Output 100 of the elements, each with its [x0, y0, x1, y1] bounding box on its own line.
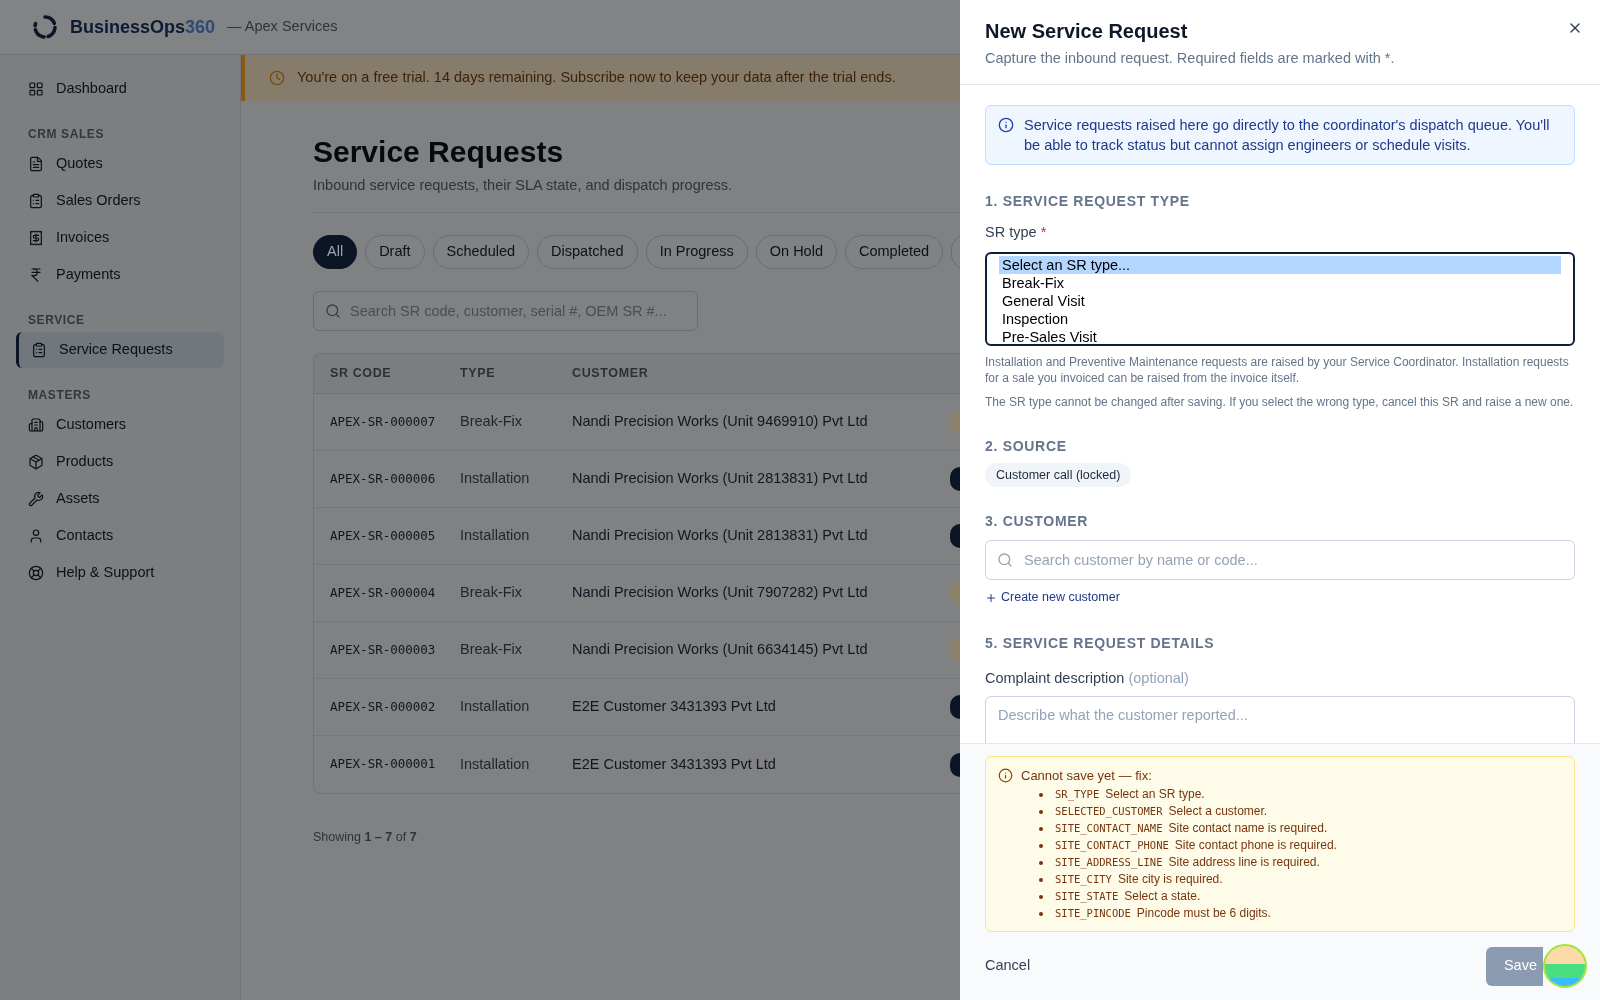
- section-heading: 2. SOURCE: [985, 436, 1068, 456]
- filter-chip[interactable]: Dispatched: [537, 235, 638, 270]
- lifebuoy-icon: [28, 565, 44, 581]
- error-item: SITE_CONTACT_PHONE Site contact phone is required.: [1039, 837, 1337, 854]
- brand-name: BusinessOps360: [70, 15, 216, 39]
- search-icon: [325, 303, 341, 320]
- table-cell-text: E2E Customer 3431393 Pvt Ltd: [572, 754, 777, 774]
- table-cell-text: Nandi Precision Works (Unit 2813831) Pvt Ltd: [572, 469, 869, 489]
- table-cell-text: Nandi Precision Works (Unit 7907282) Pvt Ltd: [572, 583, 869, 603]
- section-heading: 1. SERVICE REQUEST TYPE: [985, 191, 1191, 211]
- page-subtitle: Inbound service requests, their SLA state, and dispatch progress.: [313, 175, 734, 195]
- sidebar-item[interactable]: Sales Orders: [16, 183, 224, 219]
- sr-type-listbox[interactable]: Select an SR type... Break-Fix General Visit Inspection Pre-Sales Visit: [985, 251, 1575, 346]
- error-item: SITE_ADDRESS_LINE Site address line is required.: [1039, 854, 1337, 871]
- building-icon: [28, 417, 44, 433]
- listbox-option[interactable]: General Visit: [999, 291, 1561, 310]
- search-icon: [997, 552, 1013, 569]
- filter-chip[interactable]: Draft: [365, 235, 425, 270]
- help-text: The SR type cannot be changed after saving. If you select the wrong type, cancel this SR and raise a new one.: [985, 393, 1575, 410]
- trial-message: You're on a free trial. 14 days remaining. Subscribe now to keep your data after the trial ends.: [297, 68, 896, 88]
- user-icon: [28, 528, 44, 544]
- error-item: SITE_STATE Select a state.: [1039, 888, 1337, 905]
- document-icon: [28, 156, 44, 172]
- error-item: SITE_CONTACT_NAME Site contact name is required.: [1039, 820, 1337, 837]
- source-chip: Customer call (locked): [985, 462, 1132, 488]
- error-item: SR_TYPE Select an SR type.: [1039, 786, 1337, 803]
- complaint-textarea[interactable]: Describe what the customer reported...: [985, 695, 1575, 743]
- table-cell-text: APEX-SR-000005: [329, 526, 437, 545]
- drawer-title: New Service Request: [985, 19, 1188, 44]
- package-icon: [28, 454, 44, 470]
- customer-search-field[interactable]: Search customer by name or code...: [985, 540, 1575, 581]
- table-cell-text: APEX-SR-000007: [329, 412, 437, 431]
- table-cell-text: Installation: [460, 526, 531, 546]
- receipt-icon: [28, 230, 44, 246]
- table-cell-text: Break-Fix: [460, 583, 524, 603]
- clipboard-icon: [31, 342, 47, 358]
- table-cell-text: Break-Fix: [460, 640, 524, 660]
- clipboard-icon: [28, 193, 44, 209]
- table-cell-text: Nandi Precision Works (Unit 9469910) Pvt Ltd: [572, 412, 869, 432]
- sidebar-item[interactable]: Payments: [16, 257, 224, 293]
- table-cell-text: Break-Fix: [460, 412, 524, 432]
- table-cell-text: Installation: [460, 754, 531, 774]
- column-header: TYPE: [460, 365, 497, 383]
- table-cell-text: APEX-SR-000003: [329, 640, 437, 659]
- section-heading: CRM SALES: [27, 126, 106, 143]
- table-cell-text: APEX-SR-000002: [329, 697, 437, 716]
- sidebar-item[interactable]: Dashboard: [16, 71, 224, 107]
- page-title: Service Requests: [313, 134, 565, 170]
- rupee-icon: [28, 267, 44, 283]
- filter-chip[interactable]: In Progress: [645, 235, 748, 270]
- table-cell-text: Nandi Precision Works (Unit 6634145) Pvt Ltd: [572, 640, 869, 660]
- section-heading: 3. CUSTOMER: [985, 512, 1090, 532]
- section-heading: 5. SERVICE REQUEST DETAILS: [985, 634, 1216, 653]
- clock-icon: [269, 70, 285, 86]
- table-cell-text: Installation: [460, 697, 531, 717]
- error-item: SITE_CITY Site city is required.: [1039, 871, 1337, 888]
- sidebar-item[interactable]: Assets: [16, 481, 224, 517]
- grid-icon: [28, 81, 44, 97]
- filter-chip[interactable]: Scheduled: [432, 235, 530, 270]
- table-cell-text: Nandi Precision Works (Unit 2813831) Pvt Ltd: [572, 526, 869, 546]
- sidebar-item[interactable]: Products: [16, 444, 224, 480]
- sidebar-item[interactable]: Service Requests: [16, 332, 224, 368]
- table-cell-text: Installation: [460, 469, 531, 489]
- column-header: SR CODE: [329, 365, 393, 383]
- section-heading: MASTERS: [27, 387, 92, 404]
- create-customer-link[interactable]: Create new customer: [985, 588, 1120, 607]
- table-cell-text: APEX-SR-000006: [329, 469, 437, 488]
- sidebar-item[interactable]: Help & Support: [16, 555, 224, 591]
- field-label: SR type *: [985, 222, 1048, 242]
- listbox-option[interactable]: Pre-Sales Visit: [999, 327, 1561, 346]
- listbox-option[interactable]: Select an SR type...: [999, 255, 1561, 274]
- wrench-icon: [28, 491, 44, 507]
- table-cell-text: APEX-SR-000001: [329, 755, 437, 774]
- cancel-button[interactable]: Cancel: [985, 955, 1031, 977]
- section-heading: SERVICE: [27, 312, 86, 329]
- info-message: Service requests raised here go directly to the coordinator's dispatch queue. You'll be able to track status but cannot assign engineers or schedule visits.: [1024, 115, 1551, 155]
- info-icon: [998, 116, 1014, 133]
- listbox-option[interactable]: Break-Fix: [999, 273, 1561, 292]
- sidebar-item[interactable]: Quotes: [16, 146, 224, 182]
- column-header: CUSTOMER: [572, 365, 650, 383]
- error-item: SITE_PINCODE Pincode must be 6 digits.: [1039, 905, 1337, 922]
- filter-chip[interactable]: On Hold: [755, 235, 837, 270]
- help-text: Installation and Preventive Maintenance requests are raised by your Service Coordinator. Installation requests for a sale you invoiced can be raised from the invoice itself.: [985, 353, 1570, 386]
- table-cell-text: E2E Customer 3431393 Pvt Ltd: [572, 697, 777, 717]
- alert-icon: [998, 767, 1013, 783]
- plus-icon: [985, 591, 997, 604]
- sidebar-item[interactable]: Invoices: [16, 220, 224, 256]
- sidebar-item[interactable]: Customers: [16, 407, 224, 443]
- table-cell-text: APEX-SR-000004: [329, 583, 437, 602]
- sidebar-item[interactable]: Contacts: [16, 518, 224, 554]
- org-name: — Apex Services: [227, 17, 338, 37]
- error-title: Cannot save yet — fix:: [1021, 766, 1153, 785]
- ring-logo-icon: [32, 14, 58, 40]
- field-label: Complaint description (optional): [985, 669, 1190, 688]
- error-item: SELECTED_CUSTOMER Select a customer.: [1039, 803, 1337, 820]
- filter-chip[interactable]: All: [313, 235, 358, 270]
- listbox-option[interactable]: Inspection: [999, 309, 1561, 328]
- pagination-summary: Showing 1 – 7 of 7: [313, 829, 418, 847]
- filter-chip[interactable]: Completed: [845, 235, 944, 270]
- drawer-subtitle: Capture the inbound request. Required fields are marked with *.: [985, 49, 1396, 68]
